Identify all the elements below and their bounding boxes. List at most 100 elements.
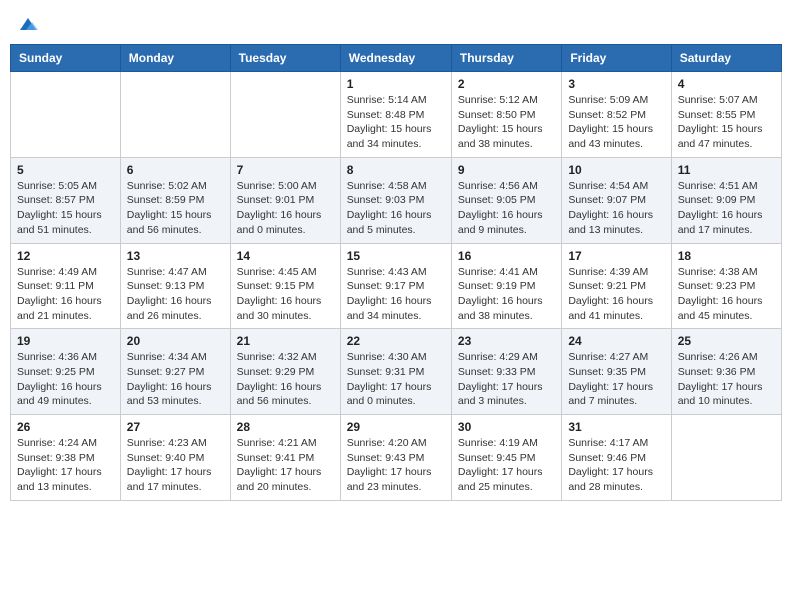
day-cell: 22 Sunrise: 4:30 AM Sunset: 9:31 PM Dayli… [340, 329, 451, 415]
day-number: 12 [17, 249, 114, 263]
day-number: 22 [347, 334, 445, 348]
day-info: Sunrise: 4:56 AM Sunset: 9:05 PM Dayligh… [458, 179, 555, 238]
day-info: Sunrise: 4:38 AM Sunset: 9:23 PM Dayligh… [678, 265, 775, 324]
day-cell: 30Sunrise: 4:19 AM Sunset: 9:45 PM Dayli… [451, 415, 561, 501]
day-info: Sunrise: 5:00 AM Sunset: 9:01 PM Dayligh… [237, 179, 334, 238]
day-cell: 26 Sunrise: 4:24 AM Sunset: 9:38 PM Dayli… [11, 415, 121, 501]
day-info: Sunrise: 4:20 AM Sunset: 9:43 PM Dayligh… [347, 436, 445, 495]
day-number: 20 [127, 334, 224, 348]
calendar-table: SundayMondayTuesdayWednesdayThursdayFrid… [10, 44, 782, 501]
day-number: 10 [568, 163, 664, 177]
page-header [10, 10, 782, 38]
day-info: Sunrise: 4:58 AM Sunset: 9:03 PM Dayligh… [347, 179, 445, 238]
day-cell: 19 Sunrise: 4:36 AM Sunset: 9:25 PM Dayli… [11, 329, 121, 415]
day-cell: 6 Sunrise: 5:02 AM Sunset: 8:59 PM Daylig… [120, 157, 230, 243]
day-number: 3 [568, 77, 664, 91]
day-info: Sunrise: 4:41 AM Sunset: 9:19 PM Dayligh… [458, 265, 555, 324]
day-number: 23 [458, 334, 555, 348]
day-info: Sunrise: 4:45 AM Sunset: 9:15 PM Dayligh… [237, 265, 334, 324]
day-cell: 17 Sunrise: 4:39 AM Sunset: 9:21 PM Dayli… [562, 243, 671, 329]
day-cell: 11 Sunrise: 4:51 AM Sunset: 9:09 PM Dayli… [671, 157, 781, 243]
col-header-sunday: Sunday [11, 45, 121, 72]
day-cell: 3Sunrise: 5:09 AM Sunset: 8:52 PM Daylig… [562, 72, 671, 158]
day-number: 5 [17, 163, 114, 177]
day-info: Sunrise: 4:23 AM Sunset: 9:40 PM Dayligh… [127, 436, 224, 495]
day-cell: 2 Sunrise: 5:12 AM Sunset: 8:50 PM Daylig… [451, 72, 561, 158]
day-cell: 21 Sunrise: 4:32 AM Sunset: 9:29 PM Dayli… [230, 329, 340, 415]
col-header-monday: Monday [120, 45, 230, 72]
day-cell: 20 Sunrise: 4:34 AM Sunset: 9:27 PM Dayli… [120, 329, 230, 415]
day-number: 2 [458, 77, 555, 91]
col-header-wednesday: Wednesday [340, 45, 451, 72]
day-number: 31 [568, 420, 664, 434]
day-cell: 13 Sunrise: 4:47 AM Sunset: 9:13 PM Dayli… [120, 243, 230, 329]
day-cell [671, 415, 781, 501]
day-cell: 14 Sunrise: 4:45 AM Sunset: 9:15 PM Dayli… [230, 243, 340, 329]
day-info: Sunrise: 4:49 AM Sunset: 9:11 PM Dayligh… [17, 265, 114, 324]
day-info: Sunrise: 5:05 AM Sunset: 8:57 PM Dayligh… [17, 179, 114, 238]
day-number: 27 [127, 420, 224, 434]
logo [16, 14, 38, 34]
day-number: 4 [678, 77, 775, 91]
day-info: Sunrise: 4:39 AM Sunset: 9:21 PM Dayligh… [568, 265, 664, 324]
day-number: 9 [458, 163, 555, 177]
day-info: Sunrise: 4:17 AM Sunset: 9:46 PM Dayligh… [568, 436, 664, 495]
day-info: Sunrise: 4:29 AM Sunset: 9:33 PM Dayligh… [458, 350, 555, 409]
day-number: 30 [458, 420, 555, 434]
day-cell: 8Sunrise: 4:58 AM Sunset: 9:03 PM Daylig… [340, 157, 451, 243]
day-number: 13 [127, 249, 224, 263]
day-number: 16 [458, 249, 555, 263]
day-cell: 23 Sunrise: 4:29 AM Sunset: 9:33 PM Dayli… [451, 329, 561, 415]
day-number: 17 [568, 249, 664, 263]
day-number: 15 [347, 249, 445, 263]
day-info: Sunrise: 4:32 AM Sunset: 9:29 PM Dayligh… [237, 350, 334, 409]
col-header-tuesday: Tuesday [230, 45, 340, 72]
day-info: Sunrise: 4:21 AM Sunset: 9:41 PM Dayligh… [237, 436, 334, 495]
day-info: Sunrise: 4:43 AM Sunset: 9:17 PM Dayligh… [347, 265, 445, 324]
day-info: Sunrise: 5:07 AM Sunset: 8:55 PM Dayligh… [678, 93, 775, 152]
day-cell: 27 Sunrise: 4:23 AM Sunset: 9:40 PM Dayli… [120, 415, 230, 501]
day-number: 29 [347, 420, 445, 434]
day-info: Sunrise: 4:36 AM Sunset: 9:25 PM Dayligh… [17, 350, 114, 409]
day-number: 6 [127, 163, 224, 177]
header-row: SundayMondayTuesdayWednesdayThursdayFrid… [11, 45, 782, 72]
day-number: 7 [237, 163, 334, 177]
day-number: 26 [17, 420, 114, 434]
day-info: Sunrise: 4:24 AM Sunset: 9:38 PM Dayligh… [17, 436, 114, 495]
day-cell: 29 Sunrise: 4:20 AM Sunset: 9:43 PM Dayli… [340, 415, 451, 501]
day-info: Sunrise: 5:02 AM Sunset: 8:59 PM Dayligh… [127, 179, 224, 238]
col-header-saturday: Saturday [671, 45, 781, 72]
day-cell: 15 Sunrise: 4:43 AM Sunset: 9:17 PM Dayli… [340, 243, 451, 329]
day-info: Sunrise: 4:27 AM Sunset: 9:35 PM Dayligh… [568, 350, 664, 409]
day-cell: 31 Sunrise: 4:17 AM Sunset: 9:46 PM Dayli… [562, 415, 671, 501]
day-number: 14 [237, 249, 334, 263]
day-cell: 28Sunrise: 4:21 AM Sunset: 9:41 PM Dayli… [230, 415, 340, 501]
day-number: 19 [17, 334, 114, 348]
day-cell: 25Sunrise: 4:26 AM Sunset: 9:36 PM Dayli… [671, 329, 781, 415]
day-cell: 5 Sunrise: 5:05 AM Sunset: 8:57 PM Daylig… [11, 157, 121, 243]
day-number: 18 [678, 249, 775, 263]
day-info: Sunrise: 4:51 AM Sunset: 9:09 PM Dayligh… [678, 179, 775, 238]
day-number: 24 [568, 334, 664, 348]
day-cell: 7 Sunrise: 5:00 AM Sunset: 9:01 PM Daylig… [230, 157, 340, 243]
day-number: 1 [347, 77, 445, 91]
week-row-1: 1 Sunrise: 5:14 AM Sunset: 8:48 PM Daylig… [11, 72, 782, 158]
day-cell: 12 Sunrise: 4:49 AM Sunset: 9:11 PM Dayli… [11, 243, 121, 329]
day-info: Sunrise: 5:14 AM Sunset: 8:48 PM Dayligh… [347, 93, 445, 152]
week-row-4: 19 Sunrise: 4:36 AM Sunset: 9:25 PM Dayli… [11, 329, 782, 415]
day-info: Sunrise: 4:34 AM Sunset: 9:27 PM Dayligh… [127, 350, 224, 409]
day-cell: 4 Sunrise: 5:07 AM Sunset: 8:55 PM Daylig… [671, 72, 781, 158]
week-row-3: 12 Sunrise: 4:49 AM Sunset: 9:11 PM Dayli… [11, 243, 782, 329]
day-number: 21 [237, 334, 334, 348]
day-info: Sunrise: 4:54 AM Sunset: 9:07 PM Dayligh… [568, 179, 664, 238]
day-info: Sunrise: 4:47 AM Sunset: 9:13 PM Dayligh… [127, 265, 224, 324]
day-cell [120, 72, 230, 158]
day-cell: 18 Sunrise: 4:38 AM Sunset: 9:23 PM Dayli… [671, 243, 781, 329]
day-cell: 10 Sunrise: 4:54 AM Sunset: 9:07 PM Dayli… [562, 157, 671, 243]
day-cell: 9 Sunrise: 4:56 AM Sunset: 9:05 PM Daylig… [451, 157, 561, 243]
col-header-thursday: Thursday [451, 45, 561, 72]
day-info: Sunrise: 5:12 AM Sunset: 8:50 PM Dayligh… [458, 93, 555, 152]
day-info: Sunrise: 4:30 AM Sunset: 9:31 PM Dayligh… [347, 350, 445, 409]
day-cell: 1 Sunrise: 5:14 AM Sunset: 8:48 PM Daylig… [340, 72, 451, 158]
day-number: 11 [678, 163, 775, 177]
